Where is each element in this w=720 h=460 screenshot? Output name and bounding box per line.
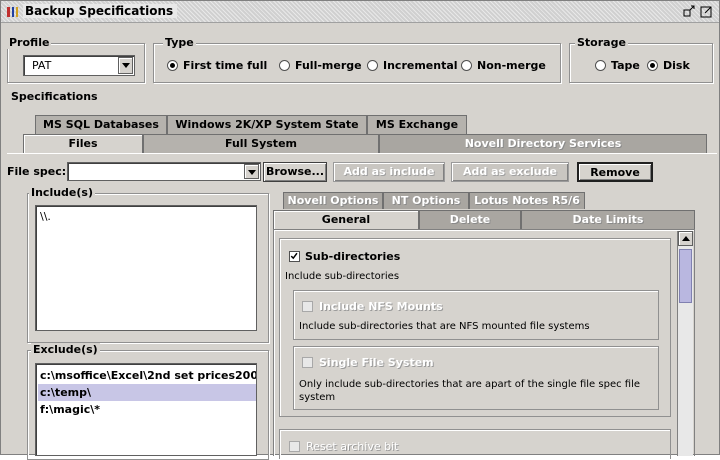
reset-archive-label: Reset archive bit	[306, 440, 399, 453]
excludes-list[interactable]: c:\msoffice\Excel\2nd set prices200 c:\t…	[35, 363, 257, 456]
tab-general[interactable]: General	[273, 210, 419, 229]
tab-nt-options[interactable]: NT Options	[383, 192, 469, 209]
arrow-up-icon	[682, 236, 690, 241]
includes-label: Include(s)	[29, 186, 95, 199]
specifications-label: Specifications	[9, 90, 100, 103]
nfs-mounts-box	[293, 290, 659, 340]
single-file-system-checkbox[interactable]	[302, 357, 313, 368]
chevron-down-icon[interactable]	[244, 164, 259, 179]
scrollbar-thumb[interactable]	[679, 249, 692, 303]
radio-non-merge[interactable]	[461, 60, 472, 71]
tab-novell-options[interactable]: Novell Options	[283, 192, 383, 209]
radio-label: Full-merge	[295, 59, 362, 72]
tab-novell-directory-services[interactable]: Novell Directory Services	[379, 134, 707, 153]
checkmark-icon	[290, 252, 298, 260]
radio-label: Disk	[663, 59, 690, 72]
tab-ms-exchange[interactable]: MS Exchange	[367, 115, 467, 134]
single-file-system-label: Single File System	[319, 356, 434, 369]
radio-tape[interactable]	[595, 60, 606, 71]
single-file-system-description: Only include sub-directories that are ap…	[299, 379, 641, 403]
app-icon	[7, 7, 18, 17]
type-label: Type	[163, 36, 196, 49]
restore-icon[interactable]	[683, 5, 696, 18]
scroll-up-button[interactable]	[678, 231, 693, 246]
radio-label: Tape	[611, 59, 640, 72]
radio-label: First time full	[183, 59, 268, 72]
tab-full-system[interactable]: Full System	[143, 134, 379, 153]
remove-button[interactable]: Remove	[577, 162, 653, 182]
add-as-include-button[interactable]: Add as include	[333, 162, 445, 182]
radio-label: Non-merge	[477, 59, 546, 72]
include-nfs-label: Include NFS Mounts	[319, 300, 443, 313]
backup-specifications-window: Backup Specifications Profile PAT Type F…	[0, 0, 720, 460]
profile-label: Profile	[7, 36, 52, 49]
maximize-icon[interactable]	[700, 5, 713, 18]
list-item[interactable]: f:\magic\*	[38, 401, 256, 418]
subdirectories-label: Sub-directories	[305, 250, 401, 263]
profile-value: PAT	[32, 59, 52, 72]
filespec-input[interactable]	[67, 162, 261, 181]
nfs-description: Include sub-directories that are NFS mou…	[299, 321, 590, 332]
reset-archive-checkbox[interactable]	[289, 441, 300, 452]
subdirectories-description: Include sub-directories	[285, 271, 400, 282]
storage-group	[569, 43, 713, 83]
tab-date-limits[interactable]: Date Limits	[521, 210, 695, 229]
excludes-label: Exclude(s)	[31, 343, 100, 356]
tab-delete[interactable]: Delete	[419, 210, 521, 229]
tab-files[interactable]: Files	[23, 134, 143, 153]
list-item[interactable]: c:\msoffice\Excel\2nd set prices200	[38, 367, 256, 384]
title-bar: Backup Specifications	[1, 1, 719, 23]
vertical-scrollbar[interactable]	[677, 231, 693, 456]
profile-select[interactable]: PAT	[23, 55, 135, 76]
filespec-label: File spec:	[7, 165, 67, 178]
list-item[interactable]: \\.	[38, 208, 51, 225]
chevron-down-icon[interactable]	[118, 57, 133, 74]
includes-list[interactable]: \\.	[35, 205, 257, 331]
add-as-exclude-button[interactable]: Add as exclude	[451, 162, 569, 182]
window-title: Backup Specifications	[23, 4, 178, 18]
tab-lotus-notes[interactable]: Lotus Notes R5/6	[469, 192, 585, 209]
radio-label: Incremental	[383, 59, 458, 72]
list-item-selected[interactable]: c:\temp\	[38, 384, 256, 401]
subdirectories-checkbox[interactable]	[289, 251, 300, 262]
browse-button[interactable]: Browse...	[263, 162, 327, 182]
radio-first-time-full[interactable]	[167, 60, 178, 71]
radio-full-merge[interactable]	[279, 60, 290, 71]
tab-ms-sql-databases[interactable]: MS SQL Databases	[35, 115, 167, 134]
storage-label: Storage	[575, 36, 628, 49]
include-nfs-checkbox[interactable]	[302, 301, 313, 312]
tab-windows-system-state[interactable]: Windows 2K/XP System State	[167, 115, 367, 134]
radio-incremental[interactable]	[367, 60, 378, 71]
radio-disk[interactable]	[647, 60, 658, 71]
